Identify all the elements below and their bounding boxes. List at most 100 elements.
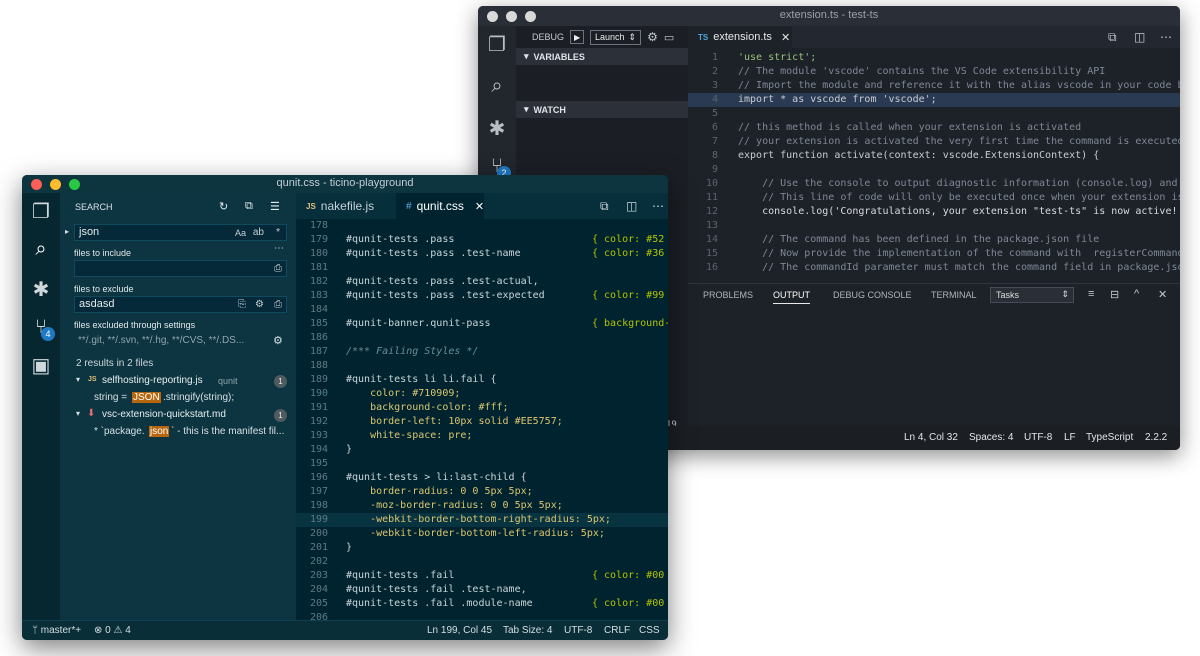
watch-section-header[interactable]: ▾ WATCH xyxy=(516,101,688,118)
code-line[interactable]: 2 // The module 'vscode' contains the VS … xyxy=(688,65,1180,79)
code-line[interactable]: 204 #qunit-tests .fail .test-name, xyxy=(296,583,668,597)
branch-indicator[interactable]: ᛘ master*+ xyxy=(32,625,81,636)
open-changes-icon[interactable]: ⧉ xyxy=(1108,30,1117,45)
result-match-row[interactable]: string = JSON .stringify(string); xyxy=(60,390,296,407)
clear-output-icon[interactable]: ≡ xyxy=(1088,288,1094,300)
code-line[interactable]: 11 // This line of code will only be exe… xyxy=(688,191,1180,205)
exclude-settings-icon[interactable]: ⎘ xyxy=(238,297,246,312)
more-actions-icon[interactable]: ⋯ xyxy=(652,199,664,213)
launch-config-select[interactable]: Launch ⇕ xyxy=(590,29,642,45)
search-icon[interactable]: ⌕ xyxy=(29,237,53,261)
whole-word-icon[interactable]: ab xyxy=(253,225,264,240)
maximize-panel-icon[interactable]: ^ xyxy=(1134,288,1139,300)
more-actions-icon[interactable]: ⋯ xyxy=(1160,30,1172,44)
tab-output[interactable]: OUTPUT xyxy=(773,290,810,304)
language-mode[interactable]: CSS xyxy=(639,625,660,636)
files-to-include-input[interactable]: ⎙ xyxy=(74,260,287,277)
close-panel-icon[interactable]: ✕ xyxy=(1158,288,1167,301)
code-line[interactable]: 205 #qunit-tests .fail .module-name { colo… xyxy=(296,597,668,611)
cursor-position[interactable]: Ln 4, Col 32 xyxy=(904,432,958,443)
typescript-version[interactable]: 2.2.2 xyxy=(1145,432,1167,443)
tab-debug-console[interactable]: DEBUG CONSOLE xyxy=(833,290,912,300)
code-line[interactable]: 197 border-radius: 0 0 5px 5px; xyxy=(296,485,668,499)
code-line[interactable]: 12 console.log('Congratulations, your ex… xyxy=(688,205,1180,219)
open-changes-icon[interactable]: ⧉ xyxy=(600,199,609,214)
code-line[interactable]: 196 #qunit-tests > li:last-child { xyxy=(296,471,668,485)
code-line[interactable]: 199 -webkit-border-bottom-right-radius: … xyxy=(296,513,668,527)
code-line[interactable]: 194} xyxy=(296,443,668,457)
code-line[interactable]: 6 // this method is called when your exte… xyxy=(688,121,1180,135)
code-line[interactable]: 190 color: #710909; xyxy=(296,387,668,401)
lock-scroll-icon[interactable]: ⊟ xyxy=(1110,288,1119,301)
debug-icon[interactable]: ✱ xyxy=(485,116,509,140)
code-line[interactable]: 1 'use strict'; xyxy=(688,51,1180,65)
code-line[interactable]: 189 #qunit-tests li li.fail { xyxy=(296,373,668,387)
code-line[interactable]: 185 #qunit-banner.qunit-pass { background-… xyxy=(296,317,668,331)
indentation[interactable]: Tab Size: 4 xyxy=(503,625,552,636)
code-line[interactable]: 179 #qunit-tests .pass { color: #52 xyxy=(296,233,668,247)
gear-icon[interactable]: ⚙ xyxy=(273,334,283,347)
result-match-row[interactable]: * `package. json ` - this is the manifes… xyxy=(60,424,296,441)
cursor-position[interactable]: Ln 199, Col 45 xyxy=(427,625,492,636)
chevron-right-icon[interactable]: ▸ xyxy=(65,227,69,236)
back-code-editor[interactable]: (function(){ const d = JSON.parse(docume… xyxy=(688,48,1180,283)
code-line[interactable]: 9 xyxy=(688,163,1180,177)
tab-problems[interactable]: PROBLEMS xyxy=(703,290,753,300)
code-line[interactable]: 184 xyxy=(296,303,668,317)
code-line[interactable]: 5 xyxy=(688,107,1180,121)
line-ending[interactable]: LF xyxy=(1064,432,1076,443)
debug-console-icon[interactable]: ▭ xyxy=(664,31,674,44)
code-line[interactable]: 16 // The commandId parameter must match… xyxy=(688,261,1180,275)
book-icon[interactable]: ⎙ xyxy=(274,261,282,276)
code-line[interactable]: 8 export function activate(context: vscod… xyxy=(688,149,1180,163)
regex-icon[interactable]: * xyxy=(276,225,280,240)
code-line[interactable]: 203 #qunit-tests .fail { color: #00 xyxy=(296,569,668,583)
code-line[interactable]: 186 xyxy=(296,331,668,345)
language-mode[interactable]: TypeScript xyxy=(1086,432,1133,443)
code-line[interactable]: 187 /*** Failing Styles */ xyxy=(296,345,668,359)
result-file-row[interactable]: ▾ ⬇ vsc-extension-quickstart.md 1 xyxy=(60,407,296,424)
toggle-details-icon[interactable]: ⋯ xyxy=(274,243,284,254)
gear-icon[interactable]: ⚙ xyxy=(255,297,264,312)
code-line[interactable]: 14 // The command has been defined in th… xyxy=(688,233,1180,247)
explorer-icon[interactable]: ❐ xyxy=(29,199,53,223)
tab-nakefile-js[interactable]: JS nakefile.js xyxy=(296,193,396,219)
close-icon[interactable]: ✕ xyxy=(781,31,790,44)
code-line[interactable]: 201} xyxy=(296,541,668,555)
output-channel-select[interactable]: Tasks ⇕ xyxy=(990,287,1074,303)
encoding[interactable]: UTF-8 xyxy=(564,625,592,636)
book-icon[interactable]: ⎙ xyxy=(274,297,282,312)
code-line[interactable]: 182 #qunit-tests .pass .test-actual, xyxy=(296,275,668,289)
search-input[interactable]: json Aa ab * xyxy=(74,224,287,241)
clear-results-icon[interactable]: ⧉ xyxy=(245,200,253,213)
debug-icon[interactable]: ✱ xyxy=(29,277,53,301)
match-case-icon[interactable]: Aa xyxy=(235,226,246,241)
line-ending[interactable]: CRLF xyxy=(604,625,630,636)
problems-indicator[interactable]: ⊗ 0 ⚠ 4 xyxy=(94,625,131,636)
code-line[interactable]: 3 // Import the module and reference it w… xyxy=(688,79,1180,93)
close-icon[interactable]: ✕ xyxy=(475,200,484,213)
code-line[interactable]: 193 white-space: pre; xyxy=(296,429,668,443)
split-editor-icon[interactable]: ◫ xyxy=(1134,30,1145,44)
indentation[interactable]: Spaces: 4 xyxy=(969,432,1013,443)
code-line[interactable]: 7 // your extension is activated the very… xyxy=(688,135,1180,149)
extensions-icon[interactable]: ▣ xyxy=(29,353,53,377)
code-line[interactable]: 188 xyxy=(296,359,668,373)
code-line[interactable]: 195 xyxy=(296,457,668,471)
encoding[interactable]: UTF-8 xyxy=(1024,432,1052,443)
code-line[interactable]: 202 xyxy=(296,555,668,569)
code-line[interactable]: 191 background-color: #fff; xyxy=(296,401,668,415)
result-file-row[interactable]: ▾ JS selfhosting-reporting.js qunit 1 xyxy=(60,373,296,390)
code-line[interactable]: 180 #qunit-tests .pass .test-name { color:… xyxy=(296,247,668,261)
code-line[interactable]: 178 xyxy=(296,219,668,233)
code-line[interactable]: 10 // Use the console to output diagnost… xyxy=(688,177,1180,191)
explorer-icon[interactable]: ❐ xyxy=(485,32,509,56)
variables-section-header[interactable]: ▾ VARIABLES xyxy=(516,48,688,65)
code-line[interactable]: 15 // Now provide the implementation of … xyxy=(688,247,1180,261)
code-line[interactable]: 183 #qunit-tests .pass .test-expected { co… xyxy=(296,289,668,303)
collapse-all-icon[interactable]: ☰ xyxy=(270,200,280,213)
files-to-exclude-input[interactable]: asdasd ⎘ ⚙ ⎙ xyxy=(74,296,287,313)
code-line[interactable]: 198 -moz-border-radius: 0 0 5px 5px; xyxy=(296,499,668,513)
gear-icon[interactable]: ⚙ xyxy=(647,30,658,44)
refresh-icon[interactable]: ↻ xyxy=(219,200,228,213)
